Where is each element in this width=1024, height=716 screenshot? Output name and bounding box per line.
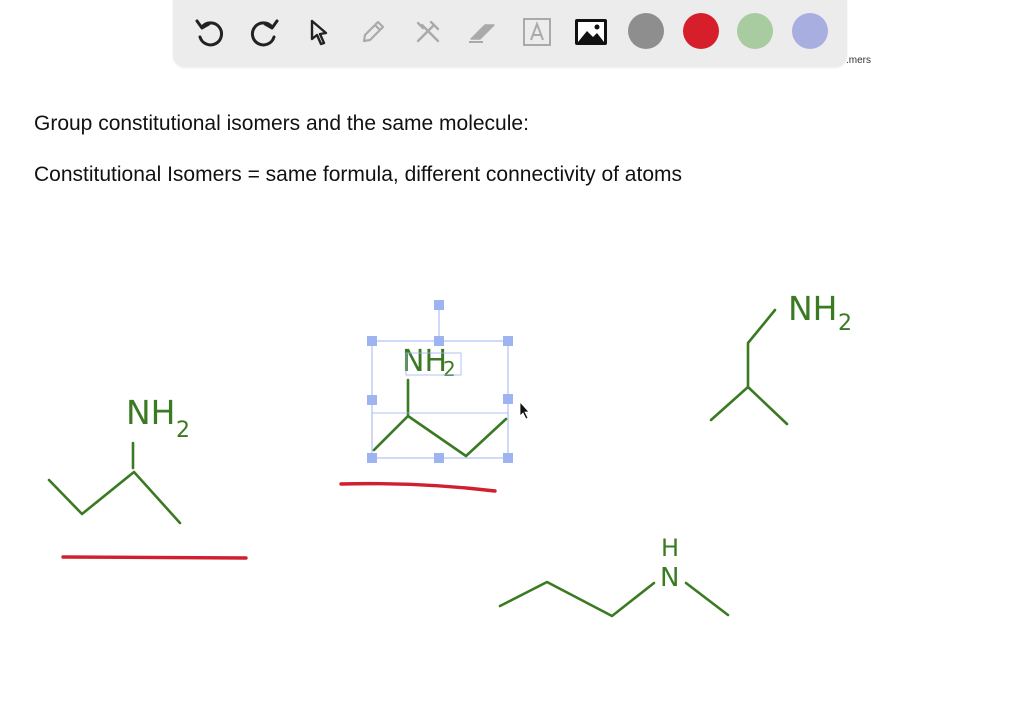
resize-handle-bottom-right	[503, 453, 513, 463]
molecule-1-skeleton	[47, 441, 182, 525]
molecule-3-skeleton	[709, 308, 789, 426]
molecule-2[interactable]: NH 2	[372, 344, 508, 458]
molecule-2-skeleton	[372, 378, 508, 458]
molecule-1-nh-label: NH	[126, 393, 176, 432]
resize-handle-top	[434, 336, 444, 346]
rotate-handle	[434, 300, 444, 310]
molecule-3-subscript: 2	[838, 311, 852, 336]
resize-handle-left	[367, 395, 377, 405]
molecule-4: H N	[498, 534, 730, 618]
molecule-4-n-label: N	[660, 563, 679, 593]
molecule-2-subscript: 2	[443, 357, 456, 381]
molecule-1: NH 2	[47, 393, 190, 525]
molecule-3-nh-label: NH	[788, 289, 838, 328]
resize-handle-top-left	[367, 336, 377, 346]
mouse-cursor-icon	[519, 400, 530, 420]
molecule-1-subscript: 2	[176, 418, 190, 443]
underline-molecule-1	[61, 555, 248, 560]
resize-handle-bottom	[434, 453, 444, 463]
underline-molecule-2	[339, 481, 497, 493]
resize-handle-right	[503, 394, 513, 404]
molecule-4-skeleton	[498, 580, 730, 618]
resize-handle-bottom-left	[367, 453, 377, 463]
molecule-4-h-label: H	[661, 534, 679, 562]
molecule-3: NH 2	[709, 289, 852, 426]
molecule-2-nh-label: NH	[402, 344, 447, 379]
drawing-canvas[interactable]: NH 2 NH 2 NH 2 H N	[0, 0, 1024, 716]
resize-handle-top-right	[503, 336, 513, 346]
